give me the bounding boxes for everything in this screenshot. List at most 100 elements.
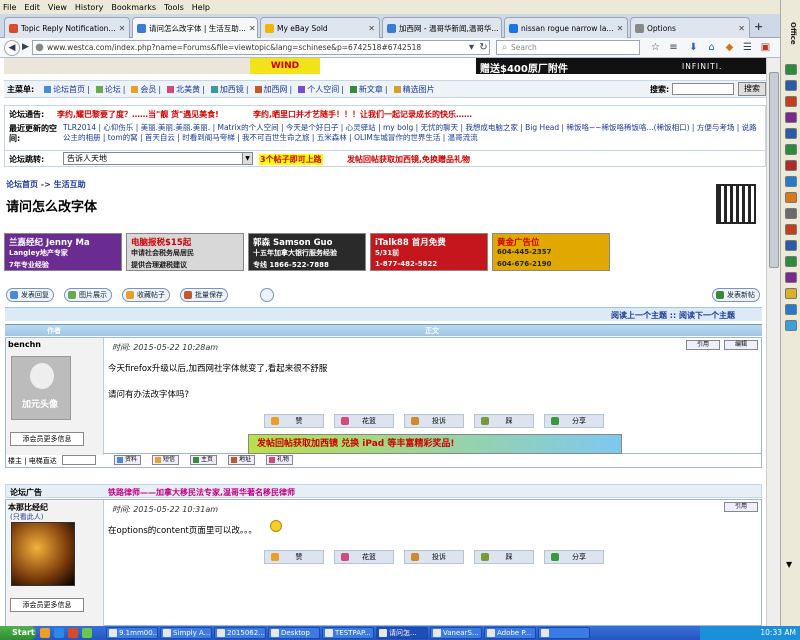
- banner-ad[interactable]: 郭森 Samson Guo 十五年加拿大银行服务经验 专线 1866-522-788…: [248, 233, 366, 271]
- banner-ad[interactable]: iTalk88 首月免费 5/31前 1-877-482-5822: [370, 233, 488, 271]
- like-button[interactable]: 赞: [264, 550, 324, 564]
- post-footer-button[interactable]: 主页: [190, 455, 218, 465]
- excel-icon[interactable]: [785, 64, 797, 75]
- chevron-down-icon[interactable]: ▼: [786, 560, 792, 569]
- powerpoint-icon[interactable]: [785, 96, 797, 107]
- reload-icon[interactable]: ↻: [478, 42, 489, 53]
- taskbar-task[interactable]: TESTPAP...: [322, 627, 374, 639]
- app-icon[interactable]: [785, 320, 797, 331]
- app-icon[interactable]: [785, 224, 797, 235]
- back-button[interactable]: ◀: [4, 40, 20, 56]
- main-menu-item[interactable]: 北美黄 |: [167, 85, 207, 94]
- close-icon[interactable]: ✕: [249, 24, 256, 33]
- menu-file[interactable]: File: [3, 3, 16, 12]
- new-tab-button[interactable]: +: [754, 20, 763, 33]
- menu-edit[interactable]: Edit: [24, 3, 40, 12]
- menu-view[interactable]: View: [48, 3, 67, 12]
- taskbar-task[interactable]: 2015062...: [214, 627, 266, 639]
- favorite-button[interactable]: 收藏帖子: [122, 288, 170, 302]
- menu-history[interactable]: History: [75, 3, 103, 12]
- tab-topic-reply[interactable]: Topic Reply Notification... ✕: [4, 17, 130, 38]
- view-only-this-user[interactable]: (只看此人): [10, 512, 43, 522]
- promo-banner[interactable]: 发帖回帖获取加西镜 兑换 iPad 等丰富精彩奖品!: [248, 434, 622, 454]
- app-icon[interactable]: [785, 304, 797, 315]
- outlook-icon[interactable]: [785, 128, 797, 139]
- close-icon[interactable]: ✕: [738, 24, 745, 33]
- batch-save-button[interactable]: 批量保存: [180, 288, 228, 302]
- share-button[interactable]: 分享: [544, 550, 604, 564]
- dropdown-icon[interactable]: ▾: [466, 42, 477, 53]
- app-icon[interactable]: [785, 240, 797, 251]
- main-menu-item[interactable]: 精选图片: [393, 85, 435, 94]
- bookmarks-list-icon[interactable]: ≡: [668, 42, 679, 53]
- share-button[interactable]: 分享: [544, 414, 604, 428]
- site-search-input[interactable]: [672, 83, 734, 95]
- top-ad-infiniti[interactable]: 赠送$400原厂附件 INFINITI.: [476, 58, 766, 75]
- tab-ebay-sold[interactable]: My eBay Sold ✕: [260, 17, 380, 38]
- quicklaunch-icon[interactable]: [82, 628, 92, 638]
- app-icon[interactable]: [785, 192, 797, 203]
- taskbar-task[interactable]: VanearS...: [430, 627, 482, 639]
- print-icon[interactable]: [260, 288, 274, 302]
- forum-ad-link[interactable]: 铁路律师——加拿大移民法专家,温哥华著名移民律师: [108, 487, 295, 498]
- publisher-icon[interactable]: [785, 144, 797, 155]
- start-button[interactable]: Start: [0, 626, 36, 640]
- tab-nissan-rogue[interactable]: nissan rogue narrow la... ✕: [504, 17, 628, 38]
- main-menu-item[interactable]: 会员 |: [131, 85, 163, 94]
- banner-ad[interactable]: 黄金广告位 604-445-2357 604-676-2190: [492, 233, 610, 271]
- taskbar-task[interactable]: [538, 627, 590, 639]
- post-footer-button[interactable]: 短信: [152, 455, 180, 465]
- addon-icon[interactable]: ◆: [724, 42, 735, 53]
- dislike-button[interactable]: 踩: [474, 550, 534, 564]
- main-menu-item[interactable]: 加西网 |: [254, 85, 295, 94]
- menu-tools[interactable]: Tools: [164, 3, 184, 12]
- breadcrumb-home[interactable]: 论坛首页: [6, 180, 38, 189]
- more-info-button[interactable]: 添会员更多信息: [10, 432, 84, 446]
- scrollbar-thumb[interactable]: [769, 72, 779, 268]
- extension-icon[interactable]: ▣: [760, 42, 771, 53]
- report-button[interactable]: 投诉: [404, 550, 464, 564]
- quote-button[interactable]: 引用: [686, 340, 720, 350]
- main-menu-item[interactable]: 论坛 |: [95, 85, 128, 94]
- new-topic-button[interactable]: 发表新帖: [712, 288, 760, 302]
- main-menu-item[interactable]: 新文章 |: [349, 85, 390, 94]
- quicklaunch-icon[interactable]: [40, 628, 50, 638]
- taskbar-task[interactable]: Desktop: [268, 627, 320, 639]
- floor-jump-input[interactable]: [62, 455, 96, 465]
- flower-button[interactable]: 花篮: [334, 414, 394, 428]
- tab-options[interactable]: Options ✕: [630, 17, 750, 38]
- quicklaunch-icon[interactable]: [54, 628, 64, 638]
- lync-icon[interactable]: [785, 176, 797, 187]
- menu-help[interactable]: Help: [192, 3, 210, 12]
- main-menu-item[interactable]: 加西镜 |: [210, 85, 251, 94]
- topic-nav-links[interactable]: 阅读上一个主题 :: 阅读下一个主题: [611, 310, 735, 321]
- flower-button[interactable]: 花篮: [334, 550, 394, 564]
- close-icon[interactable]: ✕: [617, 24, 624, 33]
- banner-ad[interactable]: 兰嘉经纪 Jenny Ma Langley地产专家 7年专业经验: [4, 233, 122, 271]
- close-icon[interactable]: ✕: [368, 24, 375, 33]
- edit-button[interactable]: 编辑: [724, 340, 758, 350]
- main-menu-item[interactable]: 个人空间 |: [298, 85, 346, 94]
- post-footer-button[interactable]: 资料: [114, 455, 142, 465]
- word-icon[interactable]: [785, 80, 797, 91]
- menu-bookmarks[interactable]: Bookmarks: [111, 3, 156, 12]
- home-icon[interactable]: ⌂: [706, 42, 717, 53]
- report-button[interactable]: 投诉: [404, 414, 464, 428]
- app-icon[interactable]: [785, 256, 797, 267]
- dislike-button[interactable]: 踩: [474, 414, 534, 428]
- quote-button[interactable]: 引用: [724, 502, 758, 512]
- notice-link-2[interactable]: 李约,晒里口并才艺随手！！！让我们一起记录成长的快乐……: [253, 109, 472, 120]
- taskbar-task[interactable]: 请问怎...: [376, 627, 428, 639]
- post-author[interactable]: benchn: [8, 340, 41, 349]
- forum-jump-select[interactable]: 告诉人天地 ▼: [63, 152, 253, 165]
- taskbar-task[interactable]: Adobe P...: [484, 627, 536, 639]
- menu-icon[interactable]: ☰: [742, 42, 753, 53]
- posting-reward-link[interactable]: 发帖回帖获取加西镜,免换赠品礼物: [347, 154, 470, 165]
- image-gallery-button[interactable]: 图片展示: [64, 288, 112, 302]
- page-scrollbar[interactable]: [766, 58, 780, 626]
- top-ad-wind[interactable]: WIND: [250, 58, 320, 74]
- tab-westca-news[interactable]: 加西网 - 温哥华新闻,温哥华...✕: [382, 17, 502, 38]
- forward-button[interactable]: ▶: [22, 42, 29, 52]
- banner-ad[interactable]: 电脑报税$15起 申请社会税务局居民 提供合理避税建议: [126, 233, 244, 271]
- app-icon[interactable]: [785, 272, 797, 283]
